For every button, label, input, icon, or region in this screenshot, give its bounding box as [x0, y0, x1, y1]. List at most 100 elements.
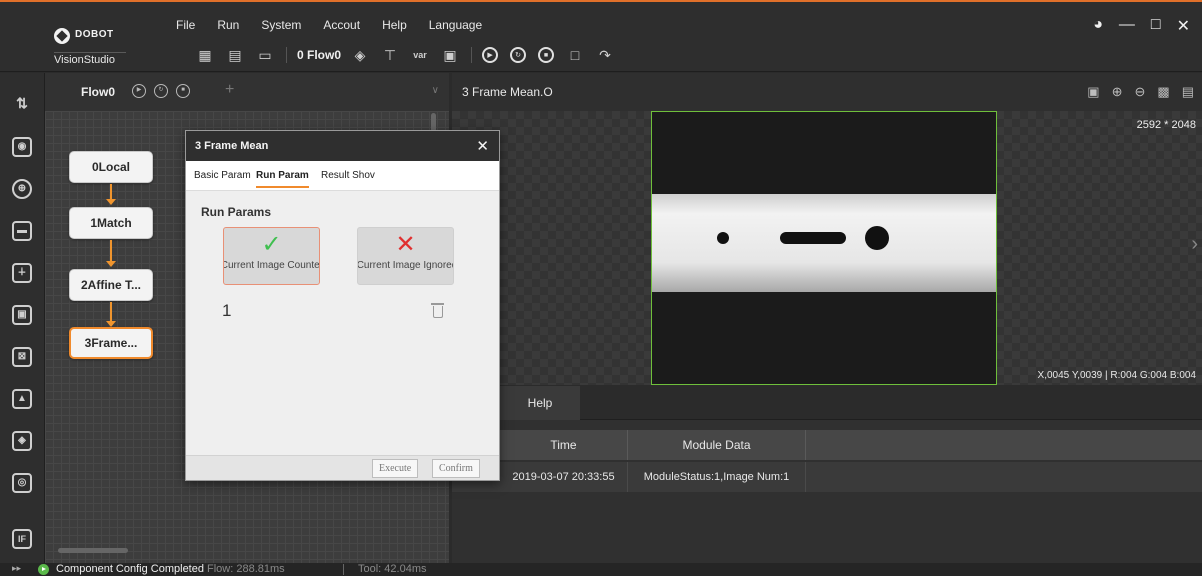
- close-icon[interactable]: ✕: [476, 137, 489, 155]
- run-once-icon[interactable]: ▶: [482, 47, 499, 63]
- flow-node-affine[interactable]: 2Affine T...: [69, 269, 153, 301]
- column-header-time[interactable]: Time: [500, 430, 628, 460]
- pixel-readout: X,0045 Y,0039 | R:004 G:004 B:004: [1037, 370, 1196, 381]
- flow-node-local[interactable]: 0Local: [69, 151, 153, 183]
- menu-file[interactable]: File: [176, 18, 195, 32]
- locate-icon[interactable]: ⊕: [12, 179, 32, 199]
- flow-run-continuous-icon[interactable]: ↻: [154, 84, 168, 98]
- image-source-selector[interactable]: 3 Frame Mean.O: [462, 85, 553, 99]
- camera-image[interactable]: [651, 111, 997, 385]
- new-solution-icon[interactable]: ▦: [196, 47, 214, 63]
- flow-node-match[interactable]: 1Match: [69, 207, 153, 239]
- menu-system[interactable]: System: [261, 18, 301, 32]
- image-hole-small: [717, 232, 729, 244]
- stop-icon[interactable]: ■: [538, 47, 555, 63]
- frame-mean-dialog: 3 Frame Mean ✕ Basic Param Run Param Res…: [185, 130, 500, 481]
- menu-account[interactable]: Accout: [323, 18, 360, 32]
- section-title: Run Params: [201, 205, 272, 219]
- tools-icon[interactable]: ⇅: [12, 95, 32, 115]
- toolbar-separator: [471, 47, 473, 63]
- defect-icon[interactable]: ⊠: [12, 347, 32, 367]
- save-icon[interactable]: ▤: [226, 47, 244, 63]
- flow-connector: [106, 240, 116, 267]
- flow-stop-icon[interactable]: ■: [176, 84, 190, 98]
- actual-size-icon[interactable]: ▩: [1157, 84, 1169, 100]
- menu-bar: File Run System Accout Help Language: [176, 18, 504, 32]
- status-separator: [343, 564, 344, 575]
- check-icon: ✓: [261, 231, 282, 258]
- communication-icon[interactable]: ◎: [12, 473, 32, 493]
- logic-icon[interactable]: IF: [12, 529, 32, 549]
- dialog-title: 3 Frame Mean: [195, 140, 269, 152]
- flow-tab[interactable]: Flow0: [81, 85, 115, 99]
- maximize-button[interactable]: □: [1151, 16, 1161, 36]
- image-panel: 3 Frame Mean.O ▣ ⊕ ⊖ ▩ ▤ 2592 * 2048 X,0…: [452, 73, 1202, 385]
- camera-manager-icon[interactable]: ▣: [441, 47, 459, 63]
- calibrate-icon[interactable]: ∔: [12, 263, 32, 283]
- column-header-module-data[interactable]: Module Data: [628, 430, 806, 460]
- expand-arrows-icon[interactable]: ▸▸: [12, 563, 21, 574]
- color-icon[interactable]: ◈: [12, 431, 32, 451]
- frame-count-value: 1: [222, 301, 232, 320]
- chevron-right-icon[interactable]: ›: [1191, 233, 1198, 256]
- image-process-icon[interactable]: ▲: [12, 389, 32, 409]
- zoom-out-icon[interactable]: ⊖: [1135, 84, 1146, 100]
- flow-panel-header: Flow0 ▶ ↻ ■ + ∨: [45, 73, 449, 111]
- brand-name: DOBOT: [75, 29, 114, 40]
- image-size-label: 2592 * 2048: [1136, 119, 1196, 131]
- recognize-icon[interactable]: ▣: [12, 305, 32, 325]
- chevron-down-icon[interactable]: ∨: [432, 85, 439, 96]
- variable-icon[interactable]: var: [411, 47, 429, 63]
- cell-time: 2019-03-07 20:33:55: [500, 462, 628, 492]
- trash-icon[interactable]: [431, 303, 444, 318]
- tab-result-show[interactable]: Result Shov: [321, 170, 375, 181]
- title-bar: DOBOT VisionStudio File Run System Accou…: [0, 2, 1202, 72]
- camera-icon[interactable]: ◉: [12, 137, 32, 157]
- layers-icon[interactable]: ◈: [351, 47, 369, 63]
- network-icon[interactable]: ⊤: [381, 47, 399, 63]
- status-tool-time: Tool: 42.04ms: [358, 563, 427, 575]
- close-button[interactable]: ✕: [1177, 16, 1190, 36]
- menu-help[interactable]: Help: [382, 18, 407, 32]
- tab-help[interactable]: Help: [500, 386, 580, 420]
- table-row[interactable]: 2019-03-07 20:33:55 ModuleStatus:1,Image…: [452, 462, 1202, 492]
- app-logo: DOBOT VisionStudio: [54, 12, 154, 66]
- run-continuous-icon[interactable]: ↻: [510, 47, 527, 63]
- save-image-icon[interactable]: ▤: [1182, 84, 1194, 100]
- zoom-in-icon[interactable]: ⊕: [1112, 84, 1123, 100]
- execute-button[interactable]: Execute: [372, 459, 419, 478]
- fit-window-icon[interactable]: ▣: [1087, 84, 1099, 100]
- robot-arm-icon[interactable]: ↷: [596, 47, 614, 63]
- measure-icon[interactable]: ▬: [12, 221, 32, 241]
- feedback-icon[interactable]: ◕: [1093, 16, 1103, 36]
- cell-module-data: ModuleStatus:1,Image Num:1: [628, 462, 806, 492]
- add-flow-icon[interactable]: +: [225, 81, 234, 99]
- flow-run-once-icon[interactable]: ▶: [132, 84, 146, 98]
- tab-run-param[interactable]: Run Param: [256, 170, 309, 188]
- menu-run[interactable]: Run: [217, 18, 239, 32]
- tool-sidebar: ⇅ ◉ ⊕ ▬ ∔ ▣ ⊠ ▲ ◈ ◎ IF: [0, 73, 45, 563]
- tab-basic-param[interactable]: Basic Param: [194, 170, 252, 181]
- form-icon[interactable]: □: [566, 47, 584, 63]
- dialog-footer: Execute Confirm: [186, 455, 499, 480]
- confirm-button[interactable]: Confirm: [432, 459, 480, 478]
- product-name: VisionStudio: [54, 52, 126, 66]
- main-toolbar: ▦ ▤ ▭ 0 Flow0 ◈ ⊤ var ▣ ▶ ↻ ■ □ ↷: [196, 40, 626, 70]
- image-tools: ▣ ⊕ ⊖ ▩ ▤: [1087, 84, 1194, 100]
- minimize-button[interactable]: —: [1119, 16, 1135, 36]
- flow-connector: [106, 302, 116, 327]
- cross-icon: ✕: [395, 231, 416, 258]
- flow-scrollbar-horizontal[interactable]: [58, 548, 128, 553]
- image-tab-bar: 3 Frame Mean.O ▣ ⊕ ⊖ ▩ ▤: [452, 73, 1202, 111]
- image-ignored-option[interactable]: ✕ Current Image Ignored: [357, 227, 454, 285]
- image-ignored-label: Current Image Ignored: [357, 260, 454, 271]
- status-flow-time: Flow: 288.81ms: [207, 563, 285, 575]
- open-folder-icon[interactable]: ▭: [256, 47, 274, 63]
- image-counted-option[interactable]: ✓ Current Image Counted: [223, 227, 320, 285]
- flow-selector[interactable]: 0 Flow0: [297, 48, 341, 62]
- dialog-title-bar[interactable]: 3 Frame Mean ✕: [186, 131, 499, 161]
- menu-language[interactable]: Language: [429, 18, 482, 32]
- image-counted-label: Current Image Counted: [223, 260, 320, 271]
- status-bar: ▸▸ Component Config Completed Flow: 288.…: [0, 563, 1202, 576]
- flow-node-frame-mean[interactable]: 3Frame...: [69, 327, 153, 359]
